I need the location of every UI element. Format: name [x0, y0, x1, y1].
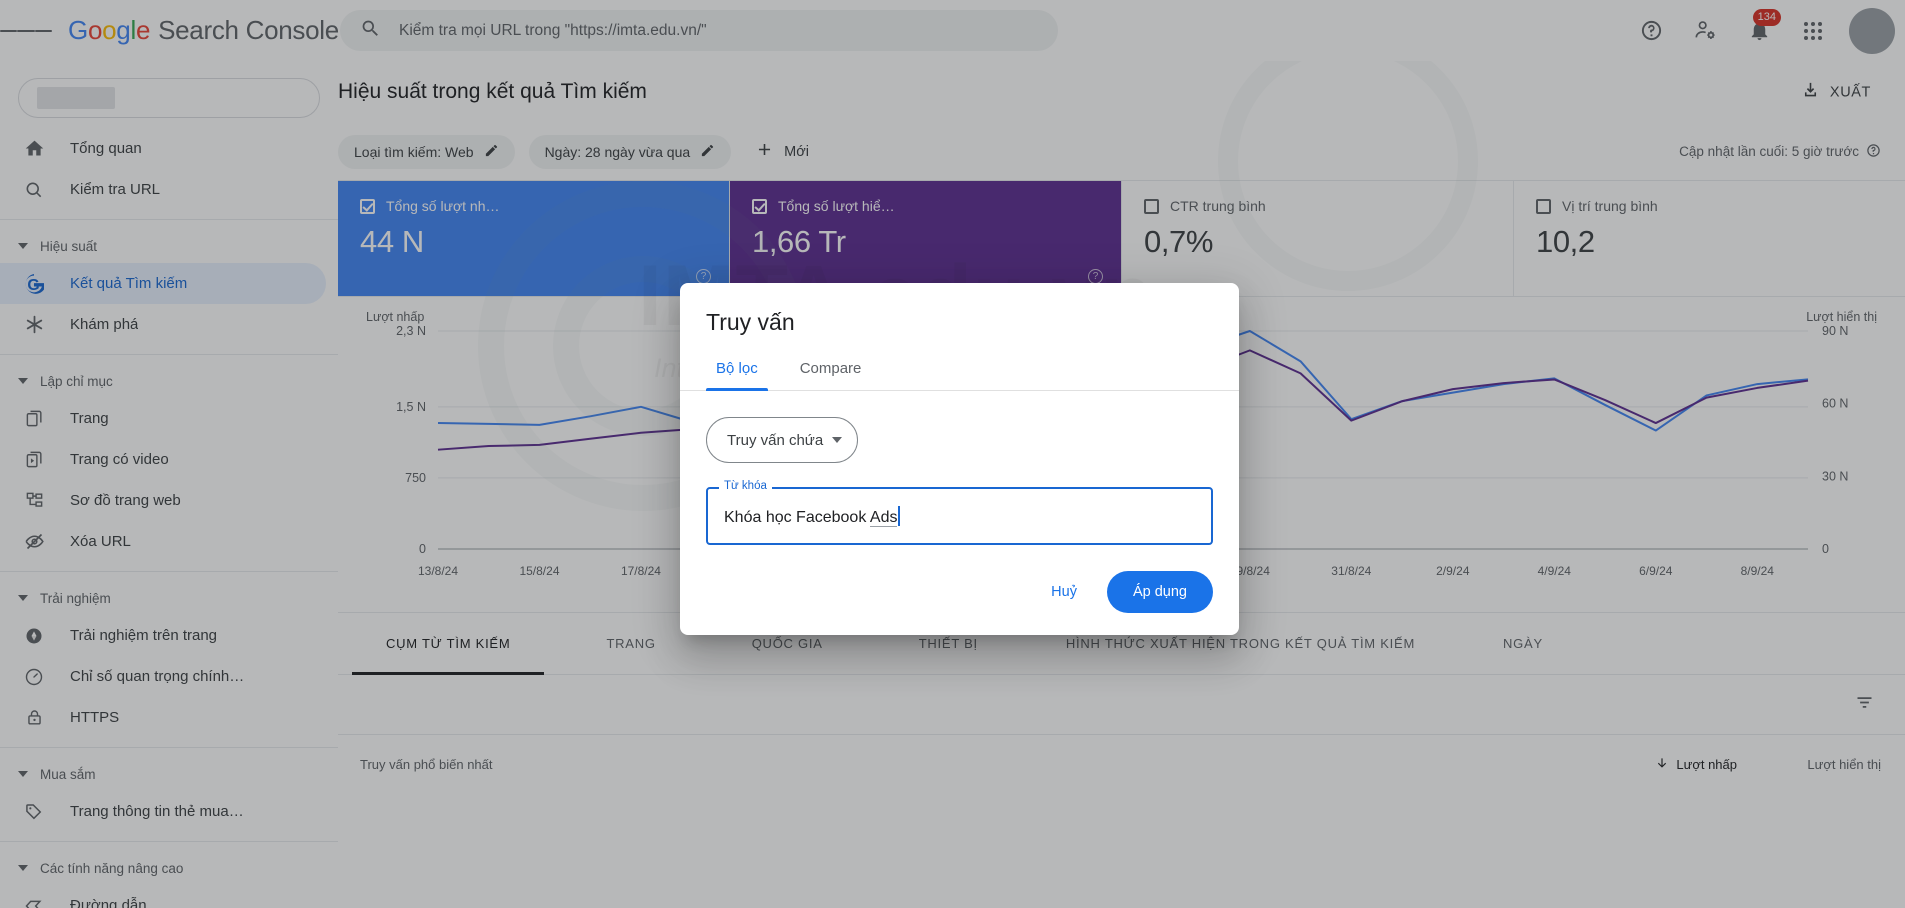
keyword-input-value: Khóa học Facebook Ads	[724, 505, 901, 527]
text-caret	[898, 505, 901, 526]
dialog-tabs: Bộ lọc Compare	[680, 360, 1239, 391]
dialog-title: Truy vấn	[706, 309, 795, 335]
dialog-tab-bo-loc[interactable]: Bộ lọc	[706, 360, 768, 391]
keyword-text-plain: Khóa học Facebook	[724, 508, 870, 526]
keyword-input-legend: Từ khóa	[719, 480, 772, 492]
query-filter-dialog: Truy vấn Bộ lọc Compare Truy vấn chứa Từ…	[680, 283, 1239, 635]
dialog-tab-label: Compare	[799, 360, 862, 377]
dialog-tab-compare[interactable]: Compare	[790, 360, 872, 390]
dialog-tab-label: Bộ lọc	[716, 360, 758, 377]
apply-button[interactable]: Áp dụng	[1106, 571, 1213, 613]
dialog-body: Truy vấn chứa Từ khóa Khóa học Facebook …	[680, 391, 1239, 545]
keyword-input[interactable]: Từ khóa Khóa học Facebook Ads	[706, 480, 1213, 545]
dialog-actions: Huỷ Áp dụng	[680, 545, 1239, 635]
app-root: Google Search Console Kiểm tra mọi URL t…	[0, 0, 1905, 908]
keyword-text-marked: Ads	[869, 508, 898, 527]
operator-select[interactable]: Truy vấn chứa	[706, 417, 858, 463]
operator-value: Truy vấn chứa	[727, 431, 824, 449]
chevron-down-icon	[832, 437, 842, 443]
cancel-button[interactable]: Huỷ	[1037, 574, 1091, 610]
